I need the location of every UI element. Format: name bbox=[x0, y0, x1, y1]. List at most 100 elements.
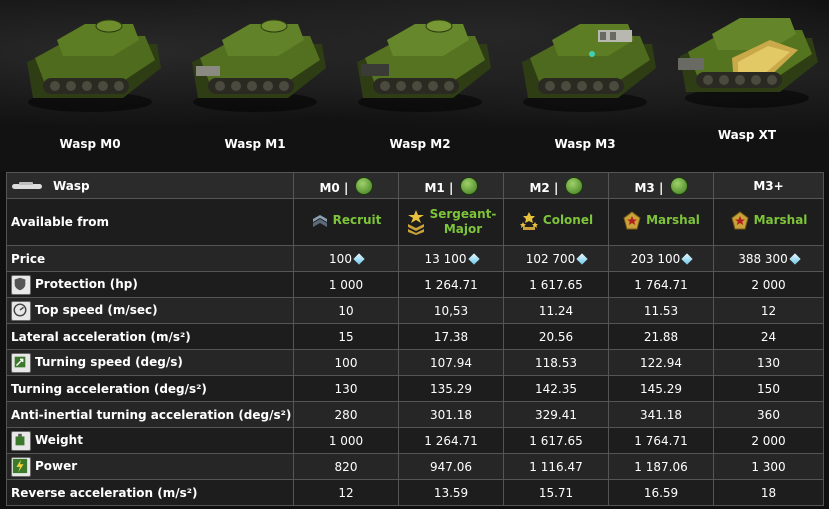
value-text: 150 bbox=[757, 381, 780, 396]
value-text: 107.94 bbox=[430, 355, 472, 370]
value-text: 329.41 bbox=[535, 407, 577, 422]
value-cell: 2 000 bbox=[713, 427, 824, 454]
value-text: 10 bbox=[338, 303, 354, 318]
value-text: 122.94 bbox=[640, 355, 682, 370]
value-text: 12 bbox=[338, 485, 354, 500]
value-cell: 17.38 bbox=[398, 323, 504, 350]
value-text: 18 bbox=[760, 485, 777, 500]
value-cell: 145.29 bbox=[608, 375, 714, 402]
value-text: 145.29 bbox=[640, 381, 682, 396]
value-cell: 1 764.71 bbox=[608, 427, 714, 454]
tank-card-m1: Wasp M1 bbox=[180, 10, 330, 160]
row-label: Lateral acceleration (m/s²) bbox=[11, 329, 191, 344]
tank-card-m3: Wasp M3 bbox=[510, 10, 660, 160]
tank-name-m3: Wasp M3 bbox=[554, 137, 616, 151]
value-cell: 122.94 bbox=[608, 349, 714, 376]
value-text: 100 bbox=[334, 355, 358, 370]
spec-row: Turning speed (deg/s) 100 107.94 118.53 122.… bbox=[6, 349, 824, 376]
value-text: 135.29 bbox=[430, 381, 472, 396]
value-text: 20.56 bbox=[538, 329, 574, 344]
row-label: Price bbox=[11, 251, 46, 266]
rank-label: Recruit bbox=[332, 213, 382, 227]
value-cell: 10,53 bbox=[398, 297, 504, 324]
col-header-m2: M2 | bbox=[503, 172, 609, 199]
col-label-m0: M0 | bbox=[319, 180, 349, 195]
crystal-icon bbox=[681, 252, 693, 265]
value-cell: 11.53 bbox=[608, 297, 714, 324]
rank-cell: Marshal bbox=[608, 198, 714, 246]
spec-row: Turning acceleration (deg/s²) 130 135.29 14… bbox=[6, 375, 824, 402]
row-label: Reverse acceleration (m/s²) bbox=[11, 485, 198, 500]
row-label: Anti-inertial turning acceleration (deg/… bbox=[11, 407, 292, 422]
value-text: 2 000 bbox=[751, 277, 786, 292]
value-cell: 1 617.65 bbox=[503, 427, 609, 454]
android-icon bbox=[459, 176, 478, 195]
value-cell: 20.56 bbox=[503, 323, 609, 350]
col-label-m3: M3 | bbox=[634, 180, 664, 195]
col-label-m1: M1 | bbox=[424, 180, 454, 195]
tank-image-xt bbox=[678, 18, 818, 108]
value-cell: 947.06 bbox=[398, 453, 504, 480]
lightning-icon bbox=[11, 456, 31, 477]
tank-card-m2: Wasp M2 bbox=[345, 10, 495, 160]
value-text: 1 000 bbox=[328, 277, 364, 292]
rank-label: Colonel bbox=[542, 213, 594, 227]
value-text: 2 000 bbox=[751, 433, 786, 448]
value-cell: 329.41 bbox=[503, 401, 609, 428]
row-label-cell: Weight bbox=[6, 427, 294, 454]
value-text: 1 764.71 bbox=[634, 277, 688, 292]
value-cell: 15.71 bbox=[503, 479, 609, 506]
value-cell: 1 764.71 bbox=[608, 271, 714, 298]
row-label-cell: Power bbox=[6, 453, 294, 480]
android-icon bbox=[564, 176, 583, 195]
spec-row: Top speed (m/sec) 10 10,53 11.24 11.53 12 bbox=[6, 297, 824, 324]
value-cell: 100 bbox=[293, 349, 399, 376]
value-text: 301.18 bbox=[430, 407, 472, 422]
hull-header: Wasp bbox=[6, 172, 294, 199]
row-label: Turning acceleration (deg/s²) bbox=[11, 381, 207, 396]
value-cell: 142.35 bbox=[503, 375, 609, 402]
spec-row: Lateral acceleration (m/s²) 15 17.38 20.56 2… bbox=[6, 323, 824, 350]
value-text: 203 100 bbox=[630, 251, 681, 266]
value-cell: 100 bbox=[293, 245, 399, 272]
crystal-icon bbox=[467, 252, 480, 265]
row-label-cell: Turning speed (deg/s) bbox=[6, 349, 294, 376]
value-cell: 18 bbox=[713, 479, 824, 506]
value-text: 130 bbox=[334, 381, 358, 396]
crystal-icon bbox=[576, 252, 588, 265]
weight-icon bbox=[11, 430, 31, 451]
row-label: Power bbox=[35, 458, 78, 473]
spec-row: Protection (hp) 1 000 1 264.71 1 617.65 1 76… bbox=[6, 271, 824, 298]
value-cell: 11.24 bbox=[503, 297, 609, 324]
header-row: Wasp M0 | M1 | M2 | M3 | M3+ bbox=[6, 172, 824, 199]
value-text: 1 300 bbox=[751, 459, 786, 474]
value-text: 360 bbox=[757, 407, 780, 422]
specs-table: Wasp M0 | M1 | M2 | M3 | M3+ Available f… bbox=[6, 172, 824, 506]
rank-label: Sergeant- Major bbox=[429, 206, 497, 236]
value-cell: 203 100 bbox=[608, 245, 714, 272]
value-cell: 102 700 bbox=[503, 245, 609, 272]
value-cell: 107.94 bbox=[398, 349, 504, 376]
crystal-icon bbox=[353, 252, 365, 265]
tank-card-xt: Wasp XT bbox=[672, 10, 822, 160]
row-label: Available from bbox=[6, 198, 294, 246]
value-text: 280 bbox=[334, 407, 358, 422]
value-cell: 13 100 bbox=[398, 245, 504, 272]
value-text: 15 bbox=[338, 329, 354, 344]
hull-icon bbox=[12, 182, 42, 189]
value-cell: 16.59 bbox=[608, 479, 714, 506]
tank-name-m2: Wasp M2 bbox=[389, 137, 451, 151]
row-label: Weight bbox=[35, 432, 83, 447]
rank-cell: Recruit bbox=[293, 198, 399, 246]
spec-row: Price 100 13 100 102 700 203 100 388 300 bbox=[6, 245, 824, 272]
value-text: 1 264.71 bbox=[424, 433, 478, 448]
value-text: 100 bbox=[329, 251, 352, 266]
value-text: 1 264.71 bbox=[424, 277, 478, 292]
value-text: 341.18 bbox=[640, 407, 682, 422]
value-text: 1 187.06 bbox=[634, 459, 688, 474]
value-cell: 12 bbox=[293, 479, 399, 506]
tank-image-m1 bbox=[192, 19, 326, 112]
crystal-icon bbox=[789, 252, 801, 265]
row-label-cell: Price bbox=[6, 245, 294, 272]
row-label: Protection (hp) bbox=[35, 276, 138, 291]
